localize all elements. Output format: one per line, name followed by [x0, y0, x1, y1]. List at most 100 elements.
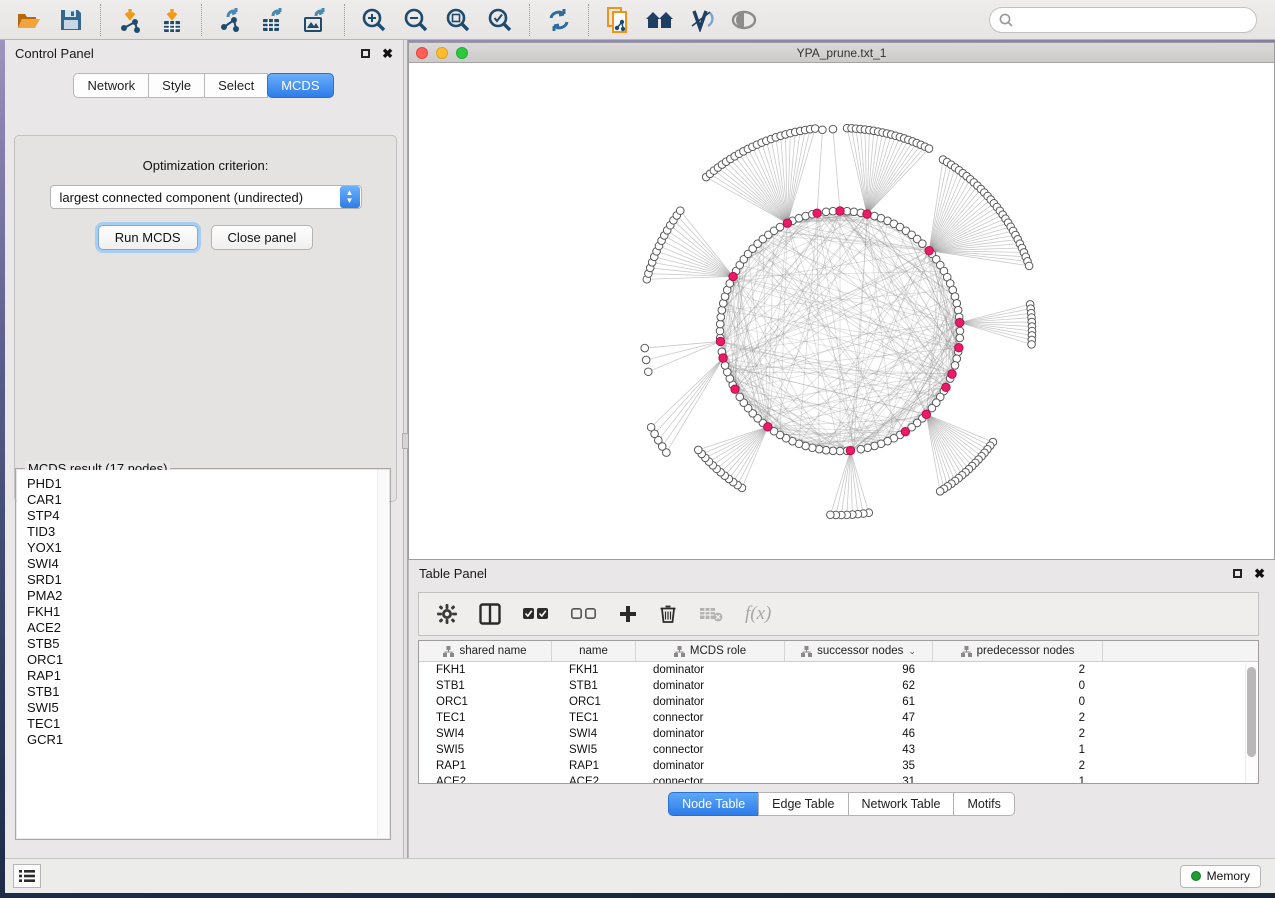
column-header-predecessor-nodes[interactable]: predecessor nodes — [933, 641, 1103, 661]
tab-style[interactable]: Style — [148, 73, 205, 98]
network-canvas[interactable] — [409, 63, 1274, 559]
cell-name: SWI5 — [552, 742, 636, 758]
zoom-out-button[interactable] — [402, 6, 430, 34]
table-row[interactable]: STB1STB1dominator620 — [419, 678, 1245, 694]
column-layout-icon[interactable] — [479, 603, 501, 625]
float-panel-icon[interactable] — [361, 49, 370, 58]
result-node-item[interactable]: PHD1 — [27, 476, 389, 492]
import-table-button[interactable] — [158, 6, 186, 34]
optimization-criterion-label: Optimization criterion: — [15, 158, 396, 173]
save-session-button[interactable] — [57, 6, 85, 34]
table-row[interactable]: RAP1RAP1dominator352 — [419, 758, 1245, 774]
result-node-item[interactable]: STP4 — [27, 508, 389, 524]
result-node-item[interactable]: TID3 — [27, 524, 389, 540]
table-scrollbar-thumb[interactable] — [1247, 667, 1256, 757]
tab-mcds[interactable]: MCDS — [267, 73, 333, 98]
network-window-titlebar[interactable]: YPA_prune.txt_1 — [409, 43, 1274, 63]
result-node-item[interactable]: GCR1 — [27, 732, 389, 748]
cell-name: STB1 — [552, 678, 636, 694]
column-header-shared-name[interactable]: shared name — [419, 641, 552, 661]
network-search-field[interactable] — [989, 7, 1257, 33]
vizmapper-button[interactable] — [688, 6, 716, 34]
cell-mcds_role: dominator — [636, 662, 785, 678]
show-panels-button[interactable] — [13, 864, 41, 888]
tab-network-table[interactable]: Network Table — [848, 792, 955, 816]
result-node-item[interactable]: PMA2 — [27, 588, 389, 604]
column-header-name[interactable]: name — [552, 641, 636, 661]
export-image-button[interactable] — [301, 6, 329, 34]
cell-shared_name: RAP1 — [419, 758, 552, 774]
result-node-item[interactable]: ORC1 — [27, 652, 389, 668]
clone-network-button[interactable] — [604, 6, 632, 34]
delete-column-icon[interactable] — [659, 604, 677, 624]
cell-name: RAP1 — [552, 758, 636, 774]
result-node-item[interactable]: TEC1 — [27, 716, 389, 732]
table-panel: Table Panel ✖ f(x) shared namenameMCDS r… — [408, 560, 1275, 858]
gear-icon[interactable] — [437, 604, 457, 624]
mcds-result-items: PHD1CAR1STP4TID3YOX1SWI4SRD1PMA2FKH1ACE2… — [17, 470, 389, 748]
table-toolbar: f(x) — [418, 592, 1259, 636]
export-network-button[interactable] — [217, 6, 245, 34]
result-node-item[interactable]: SWI5 — [27, 700, 389, 716]
cell-predecessor_nodes: 2 — [933, 710, 1103, 726]
zoom-in-button[interactable] — [360, 6, 388, 34]
memory-button[interactable]: Memory — [1180, 865, 1261, 888]
result-node-item[interactable]: SRD1 — [27, 572, 389, 588]
criterion-dropdown[interactable]: largest connected component (undirected)… — [50, 185, 362, 209]
mcds-result-list[interactable]: PHD1CAR1STP4TID3YOX1SWI4SRD1PMA2FKH1ACE2… — [17, 470, 389, 838]
cell-successor_nodes: 46 — [785, 726, 933, 742]
home-gallery-button[interactable] — [646, 6, 674, 34]
result-node-item[interactable]: CAR1 — [27, 492, 389, 508]
tab-network[interactable]: Network — [73, 73, 149, 98]
zoom-fit-button[interactable] — [444, 6, 472, 34]
open-file-button[interactable] — [15, 6, 43, 34]
tab-node-table[interactable]: Node Table — [668, 792, 759, 816]
result-node-item[interactable]: STB5 — [27, 636, 389, 652]
column-header-label: MCDS role — [690, 645, 746, 657]
export-image-icon — [302, 7, 328, 33]
tab-motifs[interactable]: Motifs — [953, 792, 1014, 816]
tab-select[interactable]: Select — [204, 73, 268, 98]
table-row[interactable]: ACE2ACE2connector311 — [419, 774, 1245, 783]
export-table-icon — [260, 7, 286, 33]
table-row[interactable]: ORC1ORC1dominator610 — [419, 694, 1245, 710]
result-node-item[interactable]: RAP1 — [27, 668, 389, 684]
function-builder-icon[interactable]: f(x) — [745, 603, 771, 625]
result-node-item[interactable]: SWI4 — [27, 556, 389, 572]
cell-mcds_role: connector — [636, 774, 785, 783]
float-table-panel-icon[interactable] — [1233, 569, 1242, 578]
import-table-icon — [160, 7, 184, 33]
tab-edge-table[interactable]: Edge Table — [758, 792, 848, 816]
table-row[interactable]: TEC1TEC1connector472 — [419, 710, 1245, 726]
refresh-button[interactable] — [545, 6, 573, 34]
import-network-button[interactable] — [116, 6, 144, 34]
cell-predecessor_nodes: 2 — [933, 662, 1103, 678]
table-scrollbar[interactable] — [1245, 663, 1257, 782]
cell-shared_name: STB1 — [419, 678, 552, 694]
search-input[interactable] — [1014, 13, 1248, 27]
show-hide-icon — [730, 10, 758, 30]
result-node-item[interactable]: ACE2 — [27, 620, 389, 636]
select-all-icon[interactable] — [523, 607, 549, 621]
table-row[interactable]: SWI4SWI4dominator462 — [419, 726, 1245, 742]
run-mcds-button[interactable]: Run MCDS — [98, 225, 198, 250]
cell-successor_nodes: 47 — [785, 710, 933, 726]
column-header-successor-nodes[interactable]: successor nodes⌄ — [785, 641, 933, 661]
show-hide-button[interactable] — [730, 6, 758, 34]
close-panel-icon[interactable]: ✖ — [382, 47, 393, 60]
network-graph — [409, 63, 1274, 559]
close-table-panel-icon[interactable]: ✖ — [1254, 567, 1265, 580]
deselect-all-icon[interactable] — [571, 607, 597, 621]
result-node-item[interactable]: STB1 — [27, 684, 389, 700]
result-list-scrollbar[interactable] — [377, 470, 389, 838]
result-node-item[interactable]: YOX1 — [27, 540, 389, 556]
clear-table-icon[interactable] — [699, 606, 723, 622]
table-row[interactable]: FKH1FKH1dominator962 — [419, 662, 1245, 678]
add-column-icon[interactable] — [619, 605, 637, 623]
table-row[interactable]: SWI5SWI5connector431 — [419, 742, 1245, 758]
export-table-button[interactable] — [259, 6, 287, 34]
result-node-item[interactable]: FKH1 — [27, 604, 389, 620]
close-panel-button[interactable]: Close panel — [211, 225, 314, 250]
zoom-selected-button[interactable] — [486, 6, 514, 34]
column-header-MCDS-role[interactable]: MCDS role — [636, 641, 785, 661]
